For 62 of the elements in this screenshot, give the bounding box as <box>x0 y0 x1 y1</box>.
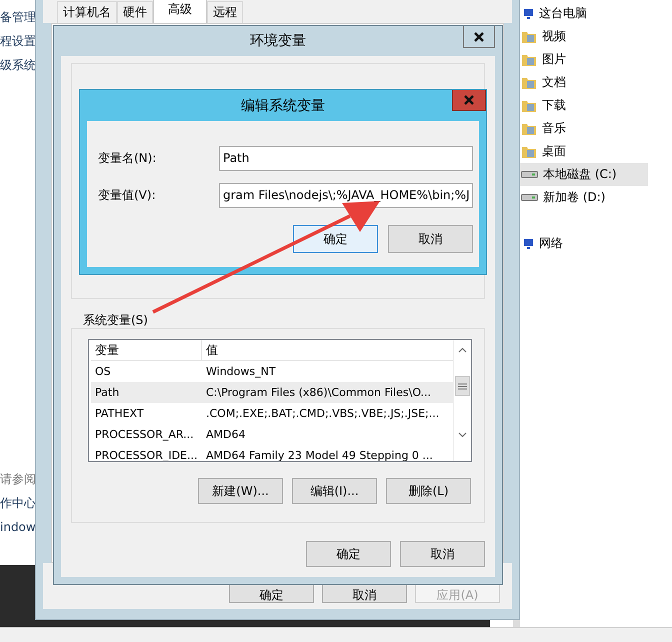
tab[interactable]: 远程 <box>207 1 243 23</box>
table-cell-text: PATHEXT <box>94 406 145 422</box>
tab[interactable]: 硬件 <box>117 1 153 23</box>
folder-icon <box>521 29 537 44</box>
tree-item[interactable]: 下载 <box>520 94 648 117</box>
folder-icon <box>521 144 537 159</box>
window-title: 环境变量 <box>250 32 306 50</box>
table-cell-text: AMD64 <box>205 427 246 443</box>
table-row[interactable]: PROCESSOR_AR... AMD64 <box>91 424 453 445</box>
table-row[interactable]: PATHEXT .COM;.EXE;.BAT;.CMD;.VBS;.VBE;.JS;.JSE;... <box>91 403 453 424</box>
network-icon <box>523 237 534 250</box>
table-cell-text: Windows_NT <box>205 364 277 380</box>
table-row[interactable]: Path C:\Program Files (x86)\Common Files\O... <box>91 382 453 403</box>
folder-icon <box>521 121 537 136</box>
dialog-button[interactable]: 取消 <box>400 541 485 567</box>
field-label: 变量名(N): <box>98 150 156 167</box>
drive-icon <box>521 194 538 201</box>
tab[interactable]: 计算机名 <box>57 1 117 23</box>
dialog-button[interactable]: 确定 <box>293 225 378 253</box>
computer-icon <box>523 7 534 20</box>
scroll-up-icon <box>458 347 467 353</box>
column-header[interactable]: 值 <box>202 340 218 360</box>
column-header[interactable]: 变量 <box>91 340 202 360</box>
tree-item[interactable]: 新加卷 (D:) <box>520 186 648 209</box>
field-label: 变量值(V): <box>98 187 156 204</box>
group-label: 系统变量(S) <box>83 312 149 328</box>
tree-item[interactable]: 文档 <box>520 71 648 94</box>
input-field[interactable]: gram Files\nodejs\;%JAVA_HOME%\bin;%J <box>219 183 473 208</box>
close-icon <box>473 30 485 42</box>
section-heading: 请参阅 <box>0 471 37 488</box>
tab[interactable]: 高级 <box>153 0 207 23</box>
dialog-button[interactable]: 编辑(I)... <box>292 478 377 504</box>
input-field[interactable]: Path <box>219 146 473 171</box>
window-title: 编辑系统变量 <box>241 96 325 114</box>
tree-item[interactable]: 这台电脑 <box>520 2 648 25</box>
table-cell-text: .COM;.EXE;.BAT;.CMD;.VBS;.VBE;.JS;.JSE;... <box>205 406 440 422</box>
table-cell-text: OS <box>94 364 112 380</box>
dialog-button[interactable]: 新建(W)... <box>198 478 283 504</box>
close-button[interactable] <box>463 26 495 48</box>
drive-icon <box>521 171 538 178</box>
table-cell-text: C:\Program Files (x86)\Common Files\O... <box>205 385 432 401</box>
grip-icon <box>458 382 467 390</box>
tree-item[interactable]: 音乐 <box>520 117 648 140</box>
dialog-button[interactable]: 删除(L) <box>386 478 471 504</box>
dialog-button[interactable]: 取消 <box>388 225 473 253</box>
scrollbar[interactable] <box>453 340 471 461</box>
folder-icon <box>521 98 537 113</box>
tree-item[interactable]: 网络 <box>520 232 648 255</box>
tree-item[interactable]: 本地磁盘 (C:) <box>520 163 648 186</box>
tree-item[interactable]: 桌面 <box>520 140 648 163</box>
tree-item[interactable]: 图片 <box>520 48 648 71</box>
table-cell-text: PROCESSOR_AR... <box>94 427 195 443</box>
scroll-down-icon <box>458 432 467 438</box>
dialog-button[interactable]: 确定 <box>306 541 391 567</box>
table-cell-text: Path <box>94 385 120 401</box>
close-icon <box>463 94 475 106</box>
folder-icon <box>521 52 537 67</box>
table-row[interactable]: OS Windows_NT <box>91 361 453 382</box>
scroll-thumb[interactable] <box>455 376 470 396</box>
table-cell-text: AMD64 Family 23 Model 49 Stepping 0 ... <box>205 448 434 461</box>
folder-icon <box>521 75 537 90</box>
tree-item[interactable]: 视频 <box>520 25 648 48</box>
